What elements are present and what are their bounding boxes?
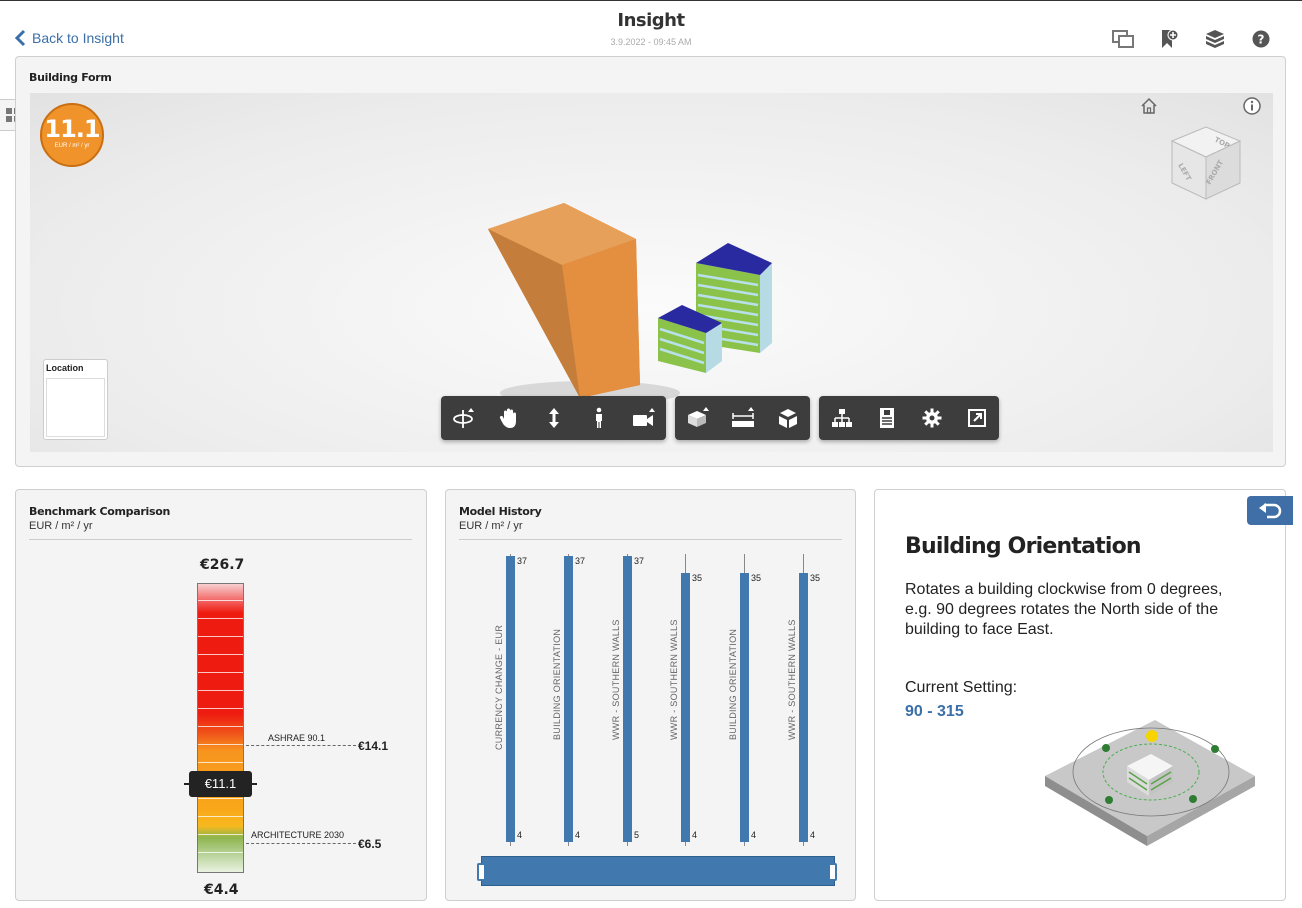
orientation-illustration: [1045, 720, 1255, 846]
building-model[interactable]: [470, 193, 790, 413]
section-icon[interactable]: [675, 396, 720, 440]
model-viewport[interactable]: 11.1 EUR / m² / yr TOP LEFT FRONT Locati…: [30, 93, 1273, 452]
current-setting-value: 90 - 315: [905, 703, 964, 720]
architecture-2030-label: ARCHITECTURE 2030: [251, 830, 345, 840]
benchmark-unit: EUR / m² / yr: [29, 520, 93, 532]
navigation-toolbar: [441, 396, 666, 440]
back-label: Back to Insight: [32, 30, 124, 46]
explode-icon[interactable]: [765, 396, 810, 440]
location-map[interactable]: [46, 378, 105, 437]
history-label: WWR - SOUTHERN WALLS: [669, 619, 679, 740]
benchmark-max-label: €26.7: [200, 557, 245, 573]
bookmark-add-icon[interactable]: [1146, 28, 1192, 50]
ashrae-line: [246, 745, 356, 746]
page-date: 3.9.2022 - 09:45 AM: [610, 37, 692, 47]
fullscreen-icon[interactable]: [954, 396, 999, 440]
history-bar[interactable]: [740, 573, 749, 842]
history-scrollbar[interactable]: [481, 856, 835, 886]
revert-button[interactable]: [1247, 496, 1293, 525]
benchmark-gauge: [197, 583, 244, 873]
ashrae-value: €14.1: [358, 739, 389, 753]
history-high-value: 35: [810, 573, 821, 584]
benchmark-min-label: €4.4: [204, 882, 239, 898]
chevron-left-icon: [14, 29, 26, 47]
building-form-title: Building Form: [29, 71, 112, 84]
info-icon[interactable]: [1243, 97, 1261, 120]
viewcube[interactable]: TOP LEFT FRONT: [1166, 121, 1244, 205]
history-high-value: 37: [517, 556, 528, 566]
history-bar[interactable]: [506, 556, 515, 842]
history-low-value: 4: [751, 830, 757, 840]
home-view-icon[interactable]: [1140, 97, 1158, 120]
benchmark-comparison-panel: Benchmark Comparison EUR / m² / yr €26.7…: [15, 489, 427, 901]
history-low-value: 5: [634, 830, 640, 840]
top-border: [0, 0, 1302, 1]
history-label: BUILDING ORIENTATION: [728, 628, 738, 740]
orientation-description: Rotates a building clockwise from 0 degr…: [905, 581, 1223, 638]
score-value: 11.1: [44, 115, 100, 143]
header-toolbar: ?: [1100, 28, 1284, 50]
walk-icon[interactable]: [576, 396, 621, 440]
divider: [459, 539, 842, 540]
ashrae-label: ASHRAE 90.1: [268, 733, 326, 743]
score-badge: 11.1 EUR / m² / yr: [40, 103, 104, 167]
history-low-value: 4: [575, 830, 581, 840]
camera-icon[interactable]: [621, 396, 666, 440]
history-bar[interactable]: [623, 556, 632, 842]
history-high-value: 37: [634, 556, 645, 566]
compare-icon[interactable]: [1100, 28, 1146, 50]
history-bar[interactable]: [799, 573, 808, 842]
analysis-toolbar: [675, 396, 810, 440]
pan-icon[interactable]: [486, 396, 531, 440]
location-label: Location: [46, 363, 84, 373]
building-orientation-panel: Building Orientation Rotates a building …: [874, 489, 1293, 901]
undo-icon: [1259, 502, 1282, 518]
history-label: BUILDING ORIENTATION: [552, 628, 562, 740]
architecture-2030-line: [246, 843, 356, 844]
zoom-icon[interactable]: [531, 396, 576, 440]
back-to-insight-link[interactable]: Back to Insight: [14, 29, 124, 47]
history-bar[interactable]: [564, 556, 573, 842]
help-icon[interactable]: ?: [1238, 28, 1284, 50]
model-browser-icon[interactable]: [819, 396, 864, 440]
history-low-value: 4: [692, 830, 698, 840]
layers-icon[interactable]: [1192, 28, 1238, 50]
page-title: Insight: [617, 10, 685, 31]
current-value-marker: €11.1: [189, 771, 252, 797]
model-history-panel: Model History EUR / m² / yr 37 4 CURRENCY …: [445, 489, 856, 901]
current-setting-label: Current Setting:: [905, 679, 1018, 696]
measure-icon[interactable]: [720, 396, 765, 440]
location-widget[interactable]: Location: [43, 359, 108, 440]
architecture-2030-value: €6.5: [358, 837, 382, 851]
scrollbar-left-handle[interactable]: [477, 863, 486, 881]
history-high-value: 35: [751, 573, 762, 584]
history-bar[interactable]: [681, 573, 690, 842]
history-low-value: 4: [517, 830, 523, 840]
orientation-title: Building Orientation: [905, 534, 1142, 559]
benchmark-title: Benchmark Comparison: [29, 505, 171, 518]
settings-icon[interactable]: [909, 396, 954, 440]
properties-icon[interactable]: [864, 396, 909, 440]
settings-toolbar: [819, 396, 999, 440]
orbit-icon[interactable]: [441, 396, 486, 440]
svg-text:?: ?: [1258, 33, 1265, 47]
score-unit: EUR / m² / yr: [54, 143, 90, 149]
history-high-value: 37: [575, 556, 586, 566]
scrollbar-right-handle[interactable]: [828, 863, 837, 881]
history-label: CURRENCY CHANGE - EUR: [494, 624, 504, 750]
history-high-value: 35: [692, 573, 703, 584]
divider: [29, 539, 412, 540]
model-history-unit: EUR / m² / yr: [459, 520, 523, 532]
model-history-title: Model History: [459, 505, 542, 518]
building-form-panel: Building Form 11.1 EUR / m² / yr TOP LEF…: [15, 56, 1286, 467]
history-label: WWR - SOUTHERN WALLS: [611, 619, 621, 740]
history-label: WWR - SOUTHERN WALLS: [787, 619, 797, 740]
history-low-value: 4: [810, 830, 816, 840]
